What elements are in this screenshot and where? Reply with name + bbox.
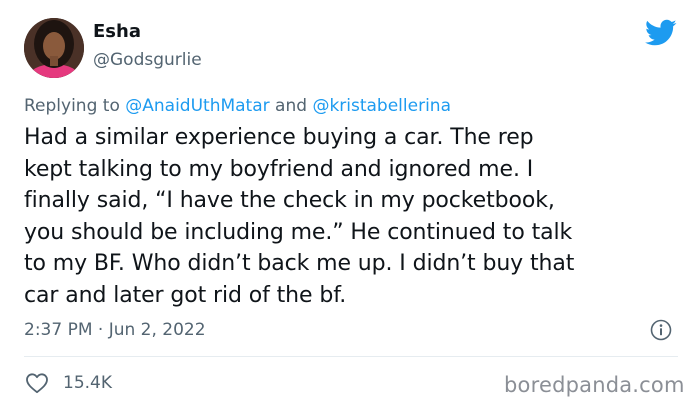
tweet-text: Had a similar experience buying a car. T…	[24, 125, 575, 308]
divider	[24, 356, 678, 357]
tweet-timestamp[interactable]: 2:37 PM · Jun 2, 2022	[24, 320, 206, 340]
avatar[interactable]	[24, 18, 84, 78]
mention-link[interactable]: @AnaidUthMatar	[125, 96, 269, 116]
user-handle[interactable]: @Godsgurlie	[93, 50, 202, 70]
display-name[interactable]: Esha	[93, 21, 141, 42]
replying-to-prefix: Replying to	[24, 96, 126, 116]
watermark: boredpanda.com	[504, 373, 685, 397]
info-icon[interactable]	[650, 319, 672, 341]
twitter-bird-icon[interactable]	[645, 19, 677, 47]
replying-to-joiner: and	[269, 96, 313, 116]
replying-to: Replying to @AnaidUthMatar and @kristabe…	[24, 96, 451, 116]
tweet-card: Esha @Godsgurlie Replying to @AnaidUthMa…	[0, 0, 700, 410]
mention-link[interactable]: @kristabellerina	[312, 96, 451, 116]
like-count: 15.4K	[63, 373, 112, 393]
avatar-image	[24, 18, 84, 78]
heart-icon[interactable]	[25, 372, 49, 394]
